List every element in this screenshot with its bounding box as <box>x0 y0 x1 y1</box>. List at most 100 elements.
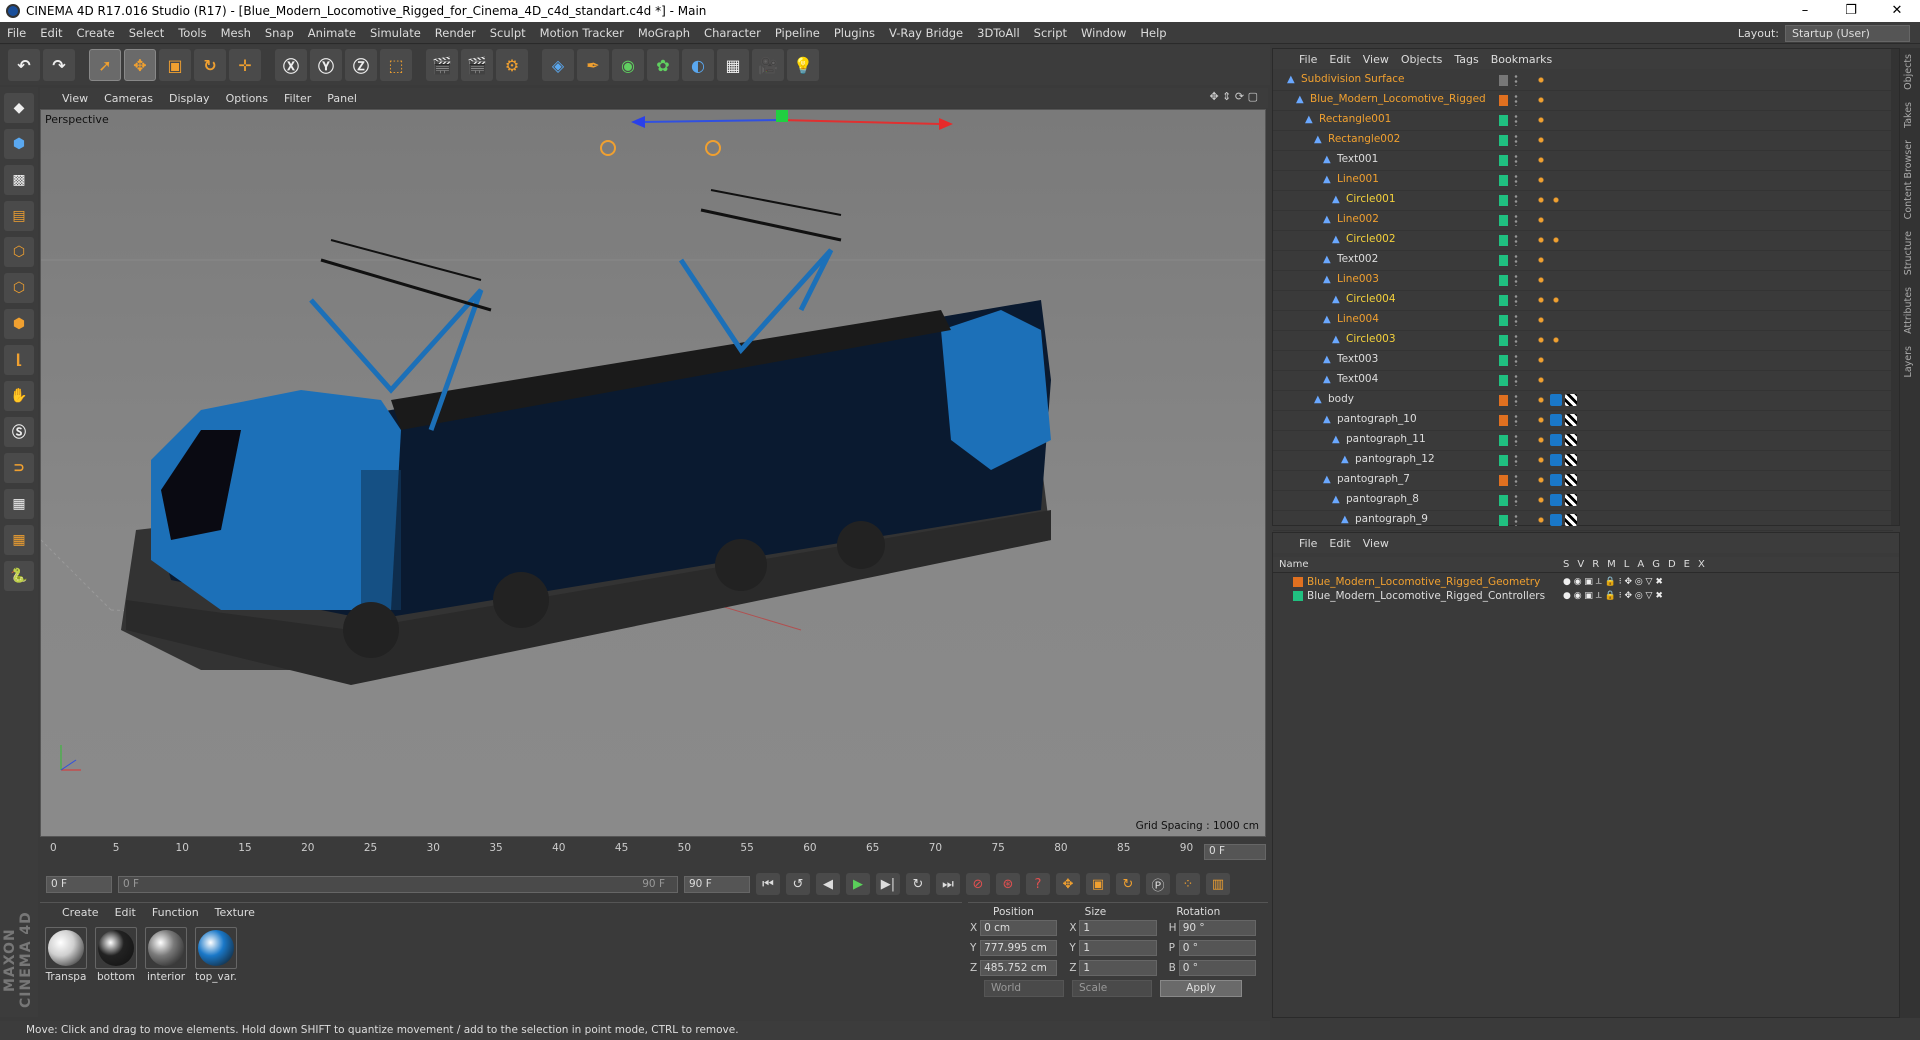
polygons-mode-icon[interactable]: ⬢ <box>4 309 34 339</box>
material-preview[interactable] <box>195 927 237 969</box>
tag-icon[interactable] <box>1535 434 1547 446</box>
object-name[interactable]: Circle004 <box>1346 293 1396 305</box>
size-field[interactable]: 1 <box>1079 940 1157 956</box>
light-icon[interactable]: 💡 <box>787 49 819 81</box>
menu-sculpt[interactable]: Sculpt <box>483 26 533 40</box>
menu-mesh[interactable]: Mesh <box>214 26 258 40</box>
object-row[interactable]: ▲ Circle004 <box>1273 291 1893 311</box>
layer-color-swatch[interactable] <box>1499 275 1508 286</box>
layer-toggle-icons[interactable]: ● ◉ ▣ ⟂ 🔒 ⁝ ✥ ◎ ▽ ✖ <box>1563 591 1663 601</box>
magnet-icon[interactable]: ⊃ <box>4 453 34 483</box>
object-row[interactable]: ▲ pantograph_7 <box>1273 471 1893 491</box>
layer-color-swatch[interactable] <box>1499 235 1508 246</box>
texture-tag-icon[interactable] <box>1565 474 1577 486</box>
material-menu-function[interactable]: Function <box>144 906 207 919</box>
object-row[interactable]: ▲ Text001 <box>1273 151 1893 171</box>
redo-icon[interactable]: ↷ <box>43 49 75 81</box>
locomotive-model[interactable] <box>121 300 1051 685</box>
material-preview[interactable] <box>95 927 137 969</box>
visibility-toggle-icon[interactable] <box>1514 314 1518 326</box>
material-tag-icon[interactable] <box>1550 394 1562 406</box>
viewport-menu-panel[interactable]: Panel <box>319 92 365 105</box>
menu-snap[interactable]: Snap <box>258 26 301 40</box>
menu-simulate[interactable]: Simulate <box>363 26 428 40</box>
tag-icon[interactable] <box>1535 494 1547 506</box>
object-menu-objects[interactable]: Objects <box>1395 53 1449 66</box>
material-tag-icon[interactable] <box>1550 474 1562 486</box>
menu-mograph[interactable]: MoGraph <box>631 26 697 40</box>
render-settings-icon[interactable]: ⚙ <box>496 49 528 81</box>
object-name[interactable]: Text004 <box>1337 373 1378 385</box>
visibility-toggle-icon[interactable] <box>1514 434 1518 446</box>
material-preview[interactable] <box>45 927 87 969</box>
keyframe-selection-icon[interactable]: ? <box>1026 873 1050 895</box>
texture-tag-icon[interactable] <box>1565 514 1577 526</box>
object-row[interactable]: ▲ Circle003 <box>1273 331 1893 351</box>
object-name[interactable]: Line001 <box>1337 173 1379 185</box>
render-view-icon[interactable]: 🎬 <box>426 49 458 81</box>
visibility-toggle-icon[interactable] <box>1514 214 1518 226</box>
rotate-tool-icon[interactable]: ↻ <box>194 49 226 81</box>
x-axis-lock-icon[interactable]: Ⓧ <box>275 49 307 81</box>
object-row[interactable]: ▲ Line001 <box>1273 171 1893 191</box>
timeline-ruler[interactable]: 0 5 10 15 20 25 30 35 40 45 50 55 60 65 70 75 80 85 90 0 F <box>40 840 1268 868</box>
object-name[interactable]: Line003 <box>1337 273 1379 285</box>
tag-icon[interactable] <box>1535 474 1547 486</box>
go-to-previous-key-icon[interactable]: ↺ <box>786 873 810 895</box>
object-menu-edit[interactable]: Edit <box>1323 53 1356 66</box>
object-menu-bookmarks[interactable]: Bookmarks <box>1485 53 1558 66</box>
visibility-toggle-icon[interactable] <box>1514 194 1518 206</box>
object-row[interactable]: ▲ pantograph_12 <box>1273 451 1893 471</box>
close-button[interactable]: ✕ <box>1874 0 1920 22</box>
minimize-button[interactable]: – <box>1782 0 1828 22</box>
floor-object-icon[interactable]: ▦ <box>717 49 749 81</box>
record-rotation-icon[interactable]: ↻ <box>1116 873 1140 895</box>
object-row[interactable]: ▲ Text003 <box>1273 351 1893 371</box>
visibility-toggle-icon[interactable] <box>1514 174 1518 186</box>
visibility-toggle-icon[interactable] <box>1514 494 1518 506</box>
object-menu-file[interactable]: File <box>1293 53 1323 66</box>
cube-primitive-icon[interactable]: ◈ <box>542 49 574 81</box>
tag-icon[interactable] <box>1535 154 1547 166</box>
layer-color-swatch[interactable] <box>1499 255 1508 266</box>
layer-color-swatch[interactable] <box>1499 295 1508 306</box>
record-scale-icon[interactable]: ▣ <box>1086 873 1110 895</box>
material-tag-icon[interactable] <box>1550 414 1562 426</box>
layer-color-swatch[interactable] <box>1499 335 1508 346</box>
object-row[interactable]: ▲ Circle002 <box>1273 231 1893 251</box>
object-row[interactable]: ▲ Line003 <box>1273 271 1893 291</box>
object-row[interactable]: ▲ pantograph_9 <box>1273 511 1893 531</box>
layout-dropdown[interactable]: Startup (User) <box>1785 25 1910 42</box>
layer-color-swatch[interactable] <box>1499 475 1508 486</box>
y-axis-handle-icon[interactable] <box>776 110 788 122</box>
tag-icon[interactable] <box>1535 454 1547 466</box>
material-tag-icon[interactable] <box>1550 494 1562 506</box>
coordinate-mode-dropdown[interactable]: World <box>984 980 1064 997</box>
move-tool-icon[interactable]: ✥ <box>124 49 156 81</box>
visibility-toggle-icon[interactable] <box>1514 74 1518 86</box>
layer-color-swatch[interactable] <box>1293 577 1303 587</box>
z-axis-arrow-icon[interactable] <box>631 116 645 128</box>
tag-icon[interactable] <box>1535 74 1547 86</box>
visibility-toggle-icon[interactable] <box>1514 154 1518 166</box>
material-tag-icon[interactable] <box>1550 514 1562 526</box>
material-item[interactable]: bottom <box>94 927 138 983</box>
layer-color-swatch[interactable] <box>1499 75 1508 86</box>
object-row[interactable]: ▲ pantograph_11 <box>1273 431 1893 451</box>
go-to-start-icon[interactable]: ⏮ <box>756 873 780 895</box>
visibility-toggle-icon[interactable] <box>1514 134 1518 146</box>
tag-icon[interactable] <box>1550 294 1562 306</box>
object-menu-view[interactable]: View <box>1357 53 1395 66</box>
viewport-nav-icons[interactable]: ✥ ⇕ ⟳ ▢ <box>1209 90 1258 103</box>
go-to-end-icon[interactable]: ⏭ <box>936 873 960 895</box>
object-row[interactable]: ▲ Rectangle001 <box>1273 111 1893 131</box>
object-name[interactable]: Rectangle001 <box>1319 113 1391 125</box>
step-back-icon[interactable]: ◀ <box>816 873 840 895</box>
viewport-menu-options[interactable]: Options <box>218 92 276 105</box>
visibility-toggle-icon[interactable] <box>1514 474 1518 486</box>
tag-icon[interactable] <box>1535 414 1547 426</box>
python-icon[interactable]: 🐍 <box>4 561 34 591</box>
z-axis-lock-icon[interactable]: Ⓩ <box>345 49 377 81</box>
layer-color-swatch[interactable] <box>1499 175 1508 186</box>
layer-color-swatch[interactable] <box>1499 375 1508 386</box>
